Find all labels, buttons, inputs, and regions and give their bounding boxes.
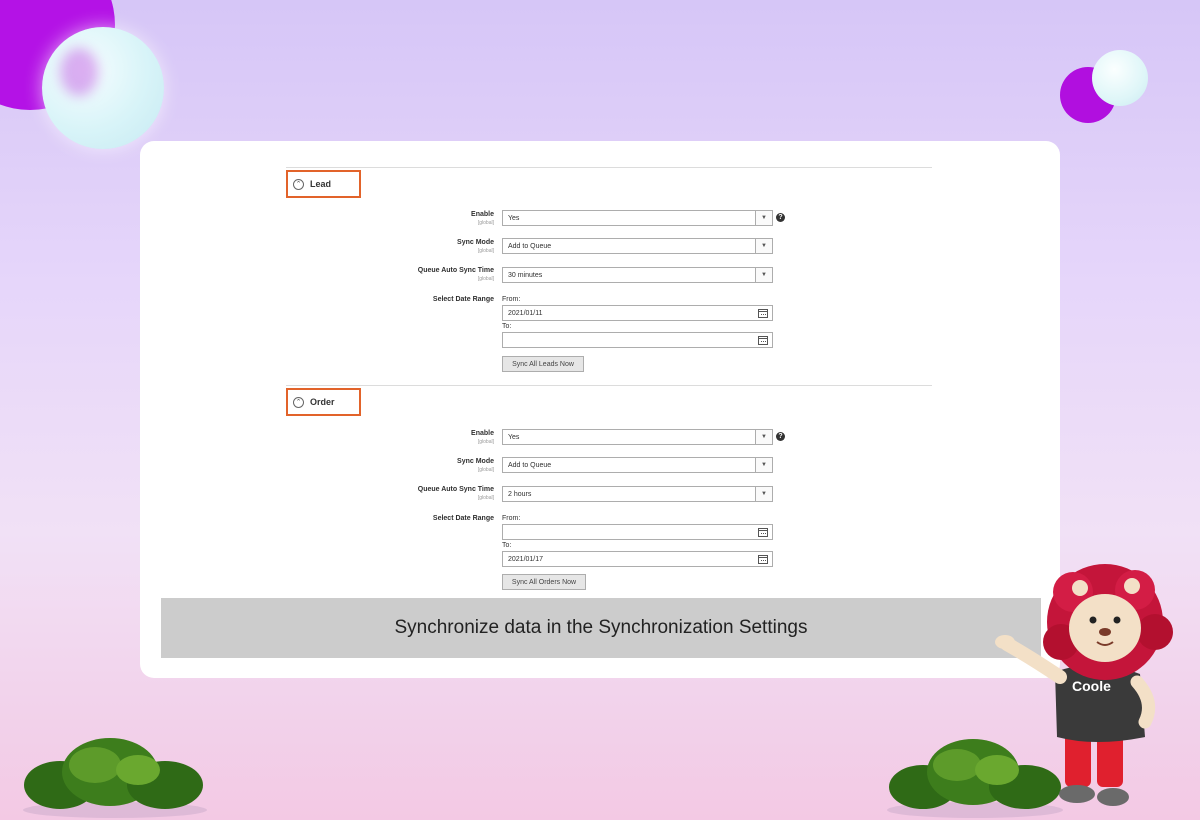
lead-sync-mode-scope: [global] [477,248,494,254]
dropdown-arrow-icon: ▼ [755,239,772,253]
lead-enable-scope: [global] [477,220,494,226]
order-sync-mode-value: Add to Queue [508,461,552,469]
lead-auto-sync-scope: [global] [477,276,494,282]
lead-sync-mode-select[interactable]: Add to Queue ▼ [502,238,773,254]
lead-from-value: 2021/01/11 [508,309,543,317]
order-from-label: From: [502,515,521,522]
sync-all-leads-button[interactable]: Sync All Leads Now [502,356,584,372]
sync-all-orders-button[interactable]: Sync All Orders Now [502,574,586,590]
caption-text: Synchronize data in the Synchronization … [394,617,808,638]
order-enable-select[interactable]: Yes ▼ [502,429,773,445]
lead-auto-sync-select[interactable]: 30 minutes ▼ [502,267,773,283]
collapse-chevron-icon: ⌃ [293,178,304,190]
decorative-bubble [42,27,164,149]
dropdown-arrow-icon: ▼ [755,430,772,444]
decorative-bush-left [23,738,207,818]
dropdown-arrow-icon: ▼ [755,268,772,282]
order-to-value: 2021/01/17 [508,555,544,563]
lead-sync-mode-label: Sync Mode [457,239,494,246]
dropdown-arrow-icon: ▼ [755,458,772,472]
dropdown-arrow-icon: ▼ [755,211,772,225]
order-from-date-input[interactable] [502,524,773,540]
order-sync-mode-label: Sync Mode [457,458,494,465]
lead-sync-mode-value: Add to Queue [508,242,552,250]
help-icon[interactable]: ? [776,432,785,441]
lead-from-label: From: [502,296,521,303]
section-divider [286,167,932,168]
order-enable-scope: [global] [477,439,494,445]
lead-section-title: Lead [310,179,332,189]
lead-section-header[interactable]: ⌃ Lead [286,170,361,198]
help-icon[interactable]: ? [776,213,785,222]
lead-enable-select[interactable]: Yes ▼ [502,210,773,226]
order-to-label: To: [502,542,512,549]
calendar-icon[interactable] [758,309,768,318]
order-sync-mode-scope: [global] [477,467,494,473]
order-section-title: Order [310,397,335,407]
order-auto-sync-scope: [global] [477,495,494,501]
lead-date-range-label: Select Date Range [432,296,494,303]
collapse-chevron-icon: ⌃ [293,396,304,408]
lead-auto-sync-value: 30 minutes [508,271,543,279]
order-auto-sync-select[interactable]: 2 hours ▼ [502,486,773,502]
lead-to-date-input[interactable] [502,332,773,348]
calendar-icon[interactable] [758,555,768,564]
decorative-bubble-tint [60,48,98,96]
order-enable-value: Yes [508,433,520,441]
lead-enable-label: Enable [471,211,494,218]
calendar-icon[interactable] [758,336,768,345]
order-section-header[interactable]: ⌃ Order [286,388,361,416]
lead-auto-sync-label: Queue Auto Sync Time [417,267,494,274]
mascot-shirt-text: Coole [1072,678,1111,694]
order-date-range-label: Select Date Range [432,515,494,522]
order-auto-sync-label: Queue Auto Sync Time [417,486,494,493]
lead-enable-value: Yes [508,214,520,222]
order-auto-sync-value: 2 hours [508,490,532,498]
lead-to-label: To: [502,323,512,330]
decorative-bubble-right [1092,50,1148,106]
calendar-icon[interactable] [758,528,768,537]
caption-bar: Synchronize data in the Synchronization … [161,598,1041,658]
dropdown-arrow-icon: ▼ [755,487,772,501]
order-to-date-input[interactable]: 2021/01/17 [502,551,773,567]
order-enable-label: Enable [471,430,494,437]
lead-from-date-input[interactable]: 2021/01/11 [502,305,773,321]
section-divider [286,385,932,386]
order-sync-mode-select[interactable]: Add to Queue ▼ [502,457,773,473]
